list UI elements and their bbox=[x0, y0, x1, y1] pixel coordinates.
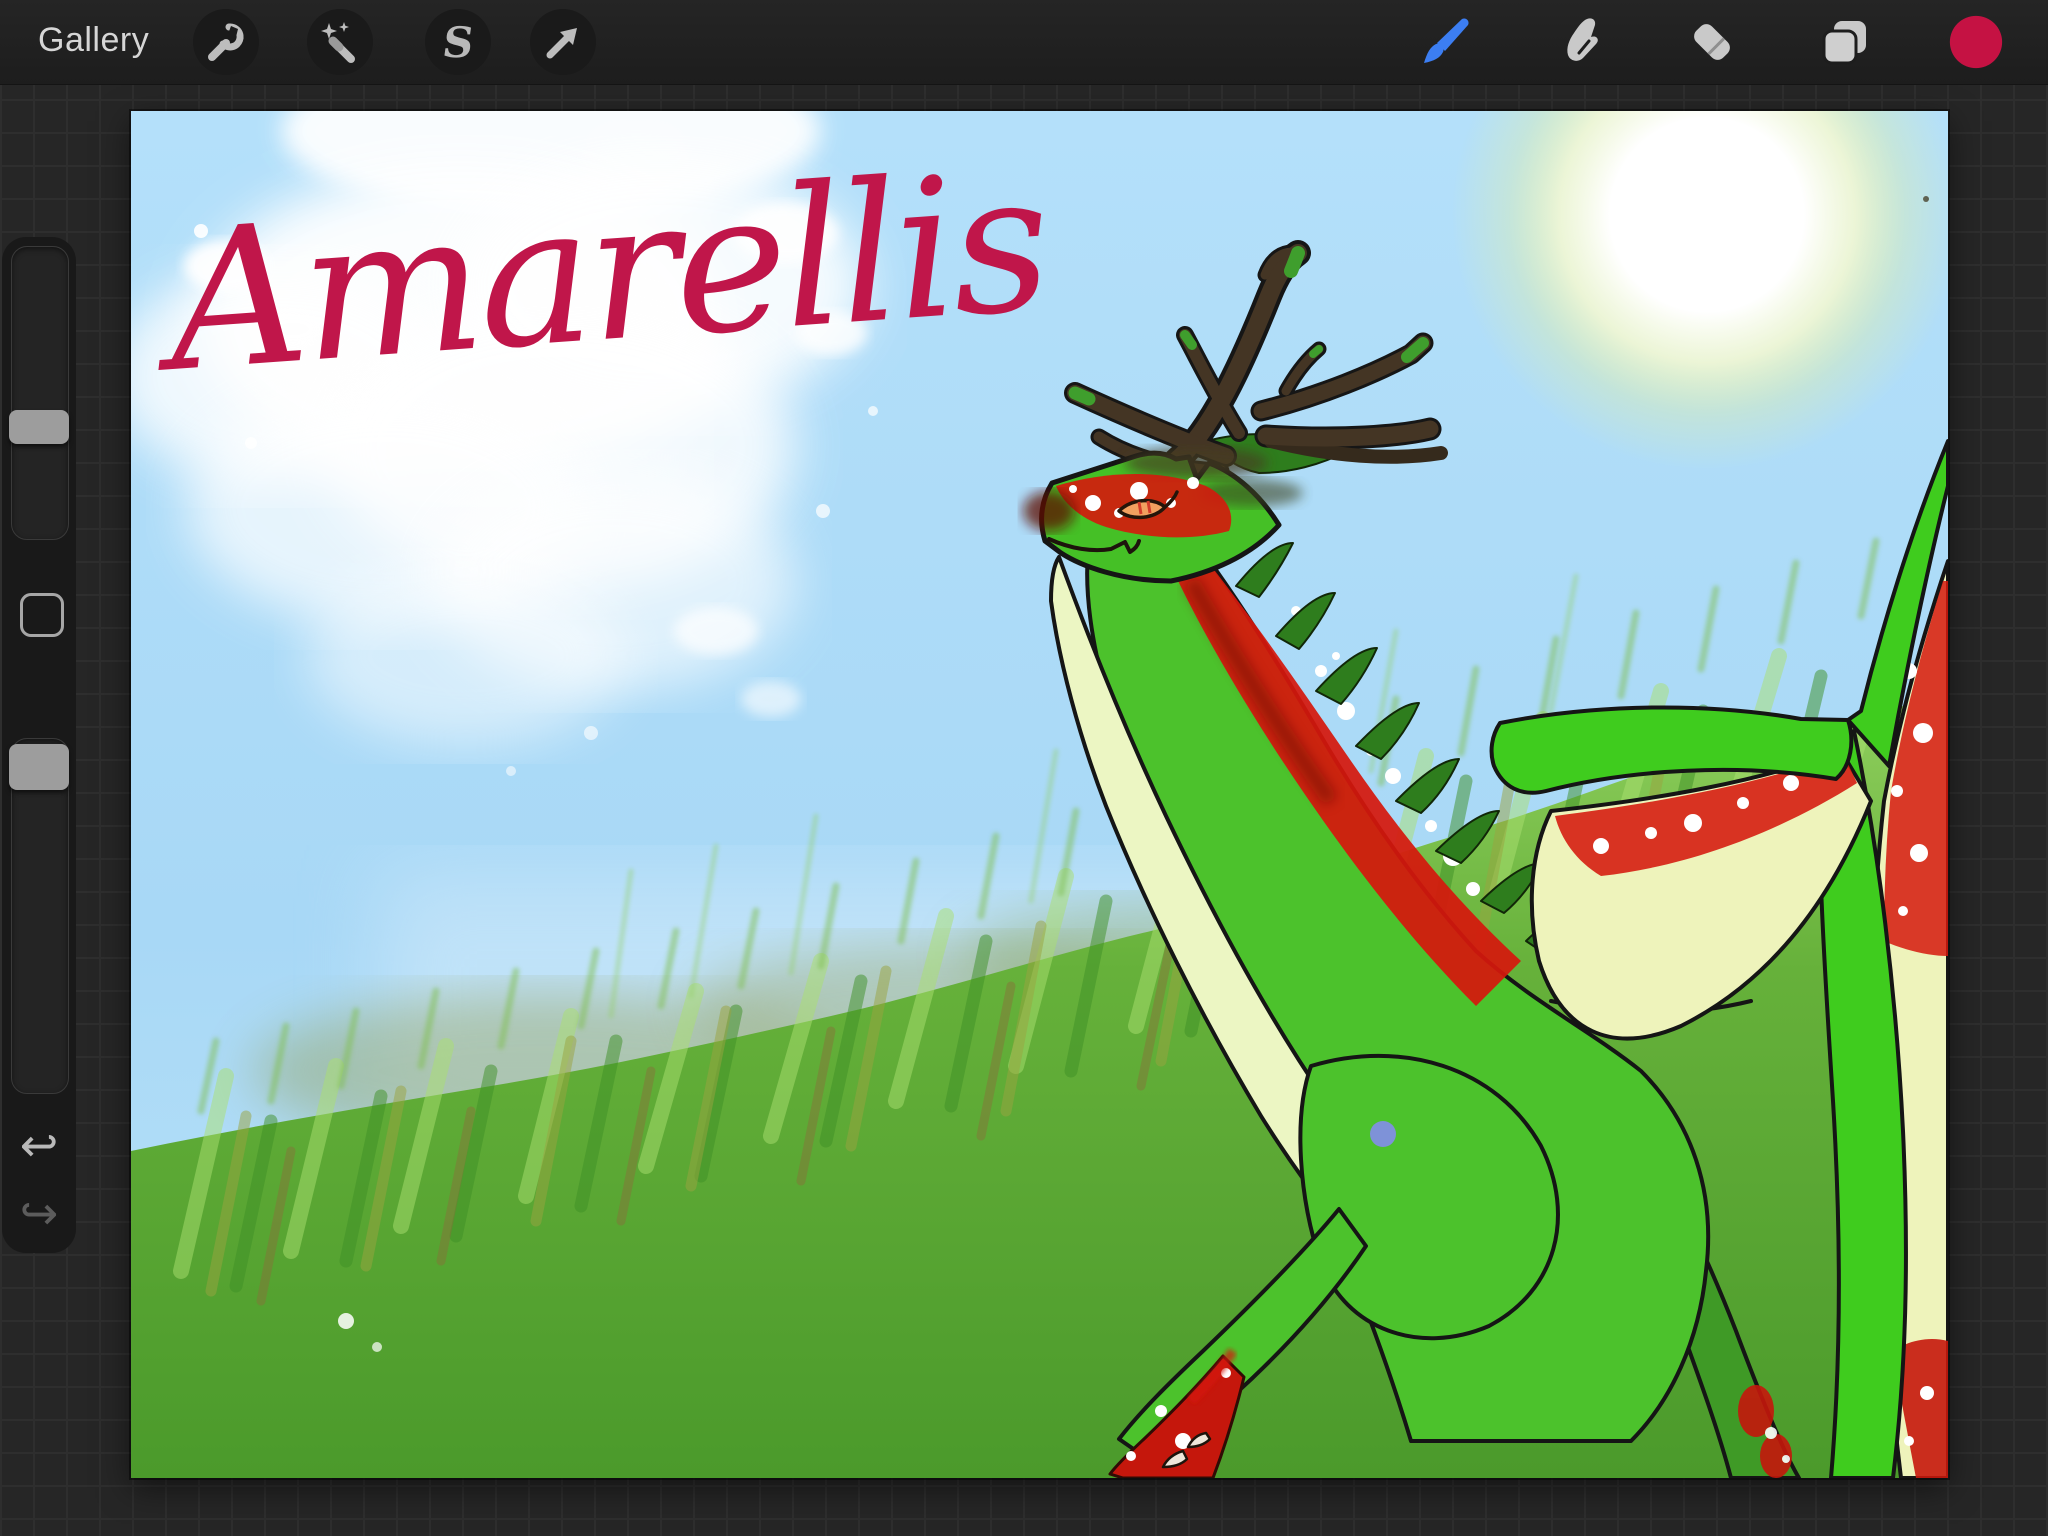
gallery-button[interactable]: Gallery bbox=[38, 0, 149, 84]
color-swatch bbox=[1948, 12, 2004, 72]
modify-button[interactable] bbox=[20, 593, 64, 637]
layers-icon bbox=[1818, 15, 1872, 69]
undo-button[interactable]: ↩ bbox=[2, 1119, 76, 1171]
brush-size-slider[interactable] bbox=[11, 246, 69, 540]
eraser-icon bbox=[1685, 15, 1739, 69]
drawing-canvas[interactable]: Amarellis bbox=[131, 111, 1948, 1478]
layers-button[interactable] bbox=[1817, 14, 1873, 70]
top-toolbar: Gallery S bbox=[0, 0, 2048, 85]
artwork-dragon-in-meadow: Amarellis bbox=[131, 111, 1948, 1478]
actions-wrench-icon bbox=[204, 20, 248, 64]
transform-arrow-icon bbox=[541, 20, 585, 64]
selection-button[interactable]: S bbox=[425, 9, 491, 75]
brush-size-handle[interactable] bbox=[9, 410, 69, 444]
paint-brush-icon bbox=[1418, 15, 1472, 69]
selection-icon: S bbox=[439, 18, 476, 67]
app-screen: { "toolbar": { "gallery_label": "Gallery… bbox=[0, 0, 2048, 1536]
color-button[interactable] bbox=[1948, 14, 2004, 70]
brush-opacity-handle[interactable] bbox=[9, 744, 69, 790]
brush-sidebar: ↩ ↪ bbox=[2, 237, 76, 1253]
eraser-tool-button[interactable] bbox=[1684, 14, 1740, 70]
brush-opacity-slider[interactable] bbox=[11, 738, 69, 1094]
adjustments-button[interactable] bbox=[307, 9, 373, 75]
transform-button[interactable] bbox=[530, 9, 596, 75]
redo-button[interactable]: ↪ bbox=[2, 1187, 76, 1239]
smudge-finger-icon bbox=[1553, 15, 1607, 69]
brush-tool-button[interactable] bbox=[1417, 14, 1473, 70]
hip-dot bbox=[1370, 1121, 1396, 1147]
adjustments-magic-wand-icon bbox=[317, 19, 363, 65]
actions-button[interactable] bbox=[193, 9, 259, 75]
smudge-tool-button[interactable] bbox=[1552, 14, 1608, 70]
